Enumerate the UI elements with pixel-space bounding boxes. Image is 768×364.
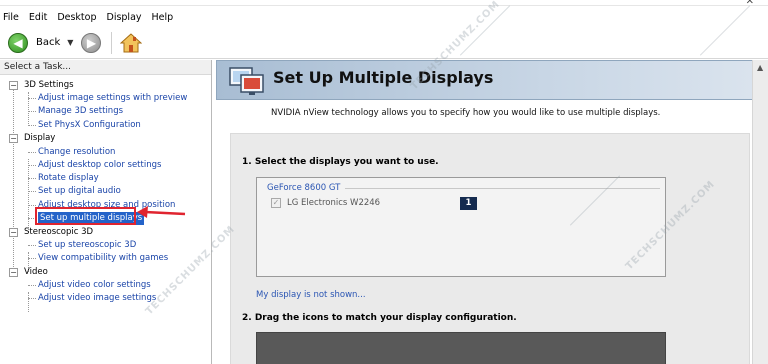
highlight-box <box>35 207 136 225</box>
vertical-scrollbar[interactable]: ▲ <box>752 60 768 364</box>
tree-item-label[interactable]: Manage 3D settings <box>38 105 123 118</box>
red-arrow-icon <box>137 206 186 218</box>
scroll-up-icon[interactable]: ▲ <box>757 63 763 72</box>
monitor-name: LG Electronics W2246 <box>287 198 381 208</box>
tree-node-label: Display <box>24 133 56 143</box>
tree-item-label[interactable]: Adjust desktop color settings <box>38 159 161 172</box>
toolbar: ◀ Back ▼ ▶ <box>0 27 768 59</box>
section-heading-select-displays: 1. Select the displays you want to use. <box>242 157 439 167</box>
page-title: Set Up Multiple Displays <box>273 68 494 87</box>
home-icon[interactable] <box>120 32 143 53</box>
menu-help[interactable]: Help <box>152 12 174 23</box>
menu-desktop[interactable]: Desktop <box>57 12 96 23</box>
section-heading-drag-icons: 2. Drag the icons to match your display … <box>242 313 517 323</box>
forward-arrow-icon[interactable]: ▶ <box>81 32 102 53</box>
nview-display-icon <box>229 67 264 95</box>
tree-connector <box>13 85 14 275</box>
collapse-icon[interactable]: − <box>9 81 18 90</box>
tree-item-label[interactable]: Adjust video image settings <box>38 292 156 305</box>
divider <box>345 188 660 189</box>
back-history-dropdown-icon[interactable]: ▼ <box>67 38 73 47</box>
toolbar-separator <box>111 31 113 54</box>
display-not-shown-link[interactable]: My display is not shown... <box>256 290 366 300</box>
tree-node-label: Stereoscopic 3D <box>24 227 94 237</box>
collapse-icon[interactable]: − <box>9 134 18 143</box>
settings-panel: 1. Select the displays you want to use. … <box>230 133 750 364</box>
checkbox-icon[interactable]: ✓ <box>271 198 281 208</box>
menu-bar: File Edit Desktop Display Help <box>0 8 768 26</box>
collapse-icon[interactable]: − <box>9 228 18 237</box>
back-button[interactable]: Back <box>36 37 60 48</box>
back-arrow-icon[interactable]: ◀ <box>8 32 28 53</box>
tree-item-label[interactable]: Set PhysX Configuration <box>38 119 141 132</box>
page-banner: Set Up Multiple Displays <box>216 60 765 100</box>
menu-display[interactable]: Display <box>107 12 142 23</box>
tree-connector <box>28 159 29 232</box>
tree-item-label[interactable]: View compatibility with games <box>38 252 168 265</box>
task-pane-header: Select a Task... <box>0 60 211 75</box>
monitor-number-badge: 1 <box>460 197 477 210</box>
tree-item-label[interactable]: Adjust image settings with preview <box>38 92 187 105</box>
tree-item-label[interactable]: Set up stereoscopic 3D <box>38 239 136 252</box>
collapse-icon[interactable]: − <box>9 268 18 277</box>
task-tree: − 3D Settings Adjust image settings with… <box>0 75 211 312</box>
tree-connector <box>28 292 29 312</box>
display-arrangement-area[interactable] <box>256 332 666 364</box>
window-titlebar: ✕ <box>0 0 768 7</box>
tree-item-label[interactable]: Adjust video color settings <box>38 279 151 292</box>
gpu-label: GeForce 8600 GT <box>267 183 341 193</box>
menu-edit[interactable]: Edit <box>29 12 47 23</box>
display-list: GeForce 8600 GT ✓ LG Electronics W2246 1 <box>256 177 666 277</box>
tree-node-label: Video <box>24 267 48 277</box>
tree-item-label[interactable]: Set up digital audio <box>38 185 121 198</box>
menu-file[interactable]: File <box>3 12 19 23</box>
tree-node-label: 3D Settings <box>24 80 74 90</box>
page-description: NVIDIA nView technology allows you to sp… <box>271 108 661 118</box>
tree-item-label[interactable]: Rotate display <box>38 172 99 185</box>
tree-item-label[interactable]: Change resolution <box>38 146 115 159</box>
